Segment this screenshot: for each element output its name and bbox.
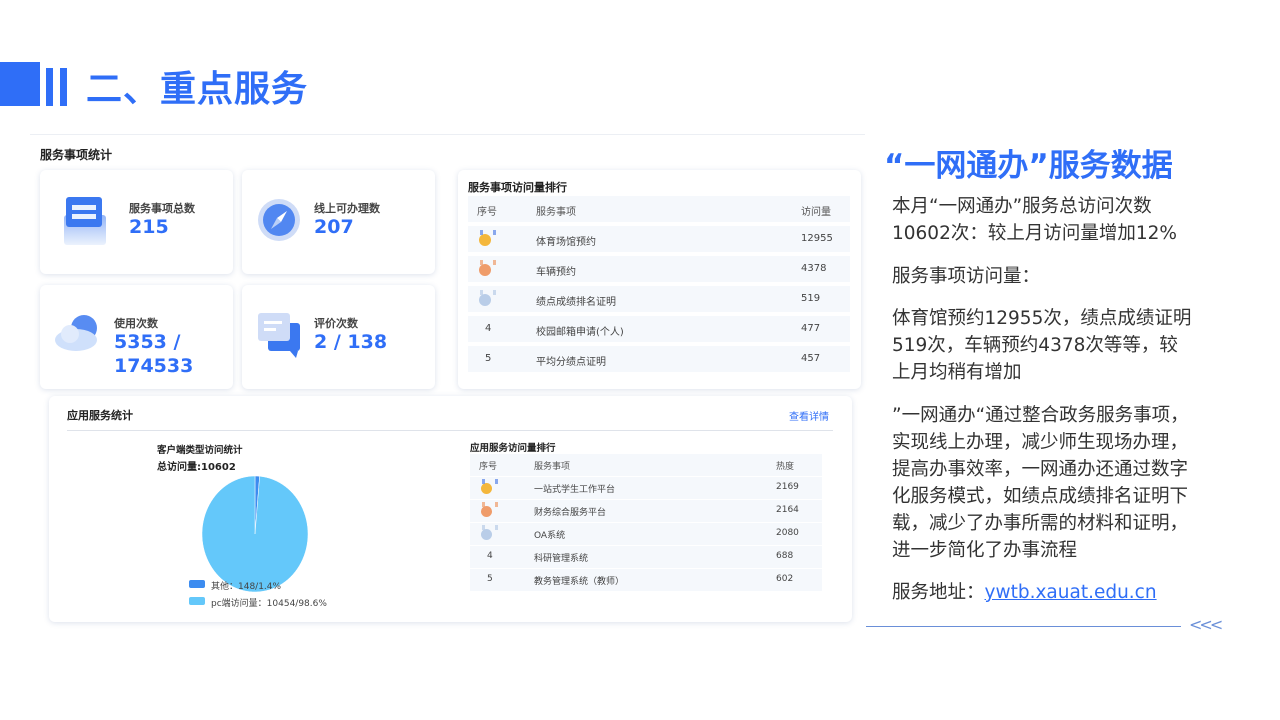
- stat-card-online[interactable]: 线上可办理数 207: [242, 170, 435, 274]
- row-count: 477: [801, 323, 821, 334]
- chevrons-left-icon: <<<: [1189, 615, 1223, 634]
- table-row[interactable]: 4 校园邮箱申请(个人) 477: [468, 316, 850, 342]
- table-row[interactable]: 车辆预约 4378: [468, 256, 850, 282]
- service-ranking-title: 服务事项访问量排行: [468, 181, 567, 194]
- stat-label: 线上可办理数: [314, 202, 380, 215]
- table-row[interactable]: 体育场馆预约 12955: [468, 226, 850, 252]
- row-name: 校园邮箱申请(个人): [536, 327, 624, 338]
- row-rank: 4: [485, 323, 492, 334]
- bronze-medal-icon: [481, 502, 498, 517]
- stat-card-usage[interactable]: 使用次数 5353 / 174533: [40, 285, 233, 389]
- stat-label: 服务事项总数: [129, 202, 195, 215]
- legend-swatch: [189, 580, 205, 588]
- table-header: 序号 服务事项 热度: [470, 454, 822, 476]
- app-ranking-title: 应用服务访问量排行: [470, 443, 556, 454]
- table-row[interactable]: 5 平均分绩点证明 457: [468, 346, 850, 372]
- summary-paragraph: 本月“一网通办”服务总访问次数10602次：较上月访问量增加12%: [892, 196, 1177, 244]
- visits-heading: 服务事项访问量：: [892, 266, 1041, 287]
- col-header: 序号: [479, 462, 498, 472]
- app-stats-title: 应用服务统计: [67, 409, 133, 422]
- page-title: 二、重点服务: [86, 69, 309, 110]
- header-accent-block: [0, 62, 40, 106]
- row-rank: 4: [487, 551, 493, 561]
- row-name: 车辆预约: [536, 267, 576, 278]
- dashboard-top-divider: [30, 134, 865, 135]
- col-header: 序号: [477, 207, 497, 218]
- address-line: 服务地址：ywtb.xauat.edu.cn: [892, 579, 1192, 606]
- row-name: OA系统: [534, 531, 566, 541]
- gold-medal-icon: [481, 479, 498, 494]
- view-details-link[interactable]: 查看详情: [789, 408, 829, 423]
- table-row[interactable]: OA系统 2080: [470, 523, 822, 545]
- table-row[interactable]: 财务综合服务平台 2164: [470, 500, 822, 522]
- col-header: 访问量: [801, 207, 831, 218]
- table-row[interactable]: 绩点成绩排名证明 519: [468, 286, 850, 312]
- legend-label: 其他：148/1.4%: [211, 582, 282, 592]
- row-count: 602: [776, 574, 794, 584]
- row-name: 科研管理系统: [534, 554, 589, 564]
- row-count: 2080: [776, 528, 799, 538]
- stat-card-total[interactable]: 服务事项总数 215: [40, 170, 233, 274]
- cloud-icon: [55, 315, 97, 351]
- stat-value: 215: [129, 216, 169, 238]
- client-type-pie-chart: [201, 475, 309, 593]
- bronze-medal-icon: [479, 260, 496, 276]
- pie-total: 总访问量:10602: [157, 462, 236, 473]
- table-row[interactable]: 4 科研管理系统 688: [470, 546, 822, 568]
- stat-card-reviews[interactable]: 评价次数 2 / 138: [242, 285, 435, 389]
- table-header: 序号 服务事项 访问量: [468, 196, 850, 222]
- row-count: 519: [801, 293, 821, 304]
- right-title: “一网通办”服务数据: [884, 148, 1173, 184]
- pie-slice-1: [201, 475, 309, 593]
- row-name: 平均分绩点证明: [536, 357, 606, 368]
- row-count: 688: [776, 551, 794, 561]
- row-name: 财务综合服务平台: [534, 508, 607, 518]
- app-stats-divider: [67, 430, 833, 431]
- service-ranking-card: 服务事项访问量排行 序号 服务事项 访问量 体育场馆预约 12955 车辆预约 …: [458, 170, 861, 389]
- app-stats-card: 应用服务统计 查看详情 客户端类型访问统计 总访问量:10602 其他：148/…: [49, 396, 852, 622]
- description-paragraph: ”一网通办“通过整合政务服务事项，实现线上办理，减少师生现场办理，提高办事效率，…: [892, 405, 1189, 561]
- row-rank: 5: [487, 574, 493, 584]
- header-accent-bar: [46, 68, 53, 106]
- gold-medal-icon: [479, 230, 496, 246]
- header-accent-bar: [60, 68, 67, 106]
- footer-divider: [866, 626, 1181, 627]
- row-count: 4378: [801, 263, 827, 274]
- table-row[interactable]: 一站式学生工作平台 2169: [470, 477, 822, 499]
- legend-swatch: [189, 597, 205, 605]
- address-label: 服务地址：: [892, 582, 985, 603]
- address-link[interactable]: ywtb.xauat.edu.cn: [985, 582, 1157, 603]
- table-row[interactable]: 5 教务管理系统（教师） 602: [470, 569, 822, 591]
- row-count: 12955: [801, 233, 833, 244]
- compass-icon: [258, 199, 300, 241]
- silver-medal-icon: [479, 290, 496, 306]
- row-name: 一站式学生工作平台: [534, 485, 616, 495]
- legend-label: pc端访问量：10454/98.6%: [211, 599, 327, 609]
- stat-label: 评价次数: [314, 317, 358, 330]
- stat-label: 使用次数: [114, 317, 158, 330]
- silver-medal-icon: [481, 525, 498, 540]
- row-name: 教务管理系统（教师）: [534, 577, 625, 587]
- stat-value: 207: [314, 216, 354, 238]
- pie-title: 客户端类型访问统计: [157, 445, 243, 456]
- row-name: 体育场馆预约: [536, 237, 596, 248]
- row-name: 绩点成绩排名证明: [536, 297, 616, 308]
- stat-value: 2 / 138: [314, 331, 388, 353]
- col-header: 服务事项: [534, 462, 571, 472]
- row-count: 2164: [776, 505, 799, 515]
- service-stats-title: 服务事项统计: [40, 148, 113, 162]
- col-header: 热度: [776, 462, 795, 472]
- col-header: 服务事项: [536, 207, 576, 218]
- visits-paragraph: 体育馆预约12955次，绩点成绩证明519次，车辆预约4378次等等，较上月均稍…: [892, 308, 1192, 383]
- row-count: 457: [801, 353, 821, 364]
- row-count: 2169: [776, 482, 799, 492]
- row-rank: 5: [485, 353, 492, 364]
- stat-value: 5353 / 174533: [114, 331, 194, 377]
- comment-icon: [258, 313, 300, 358]
- document-card-icon: [64, 197, 106, 245]
